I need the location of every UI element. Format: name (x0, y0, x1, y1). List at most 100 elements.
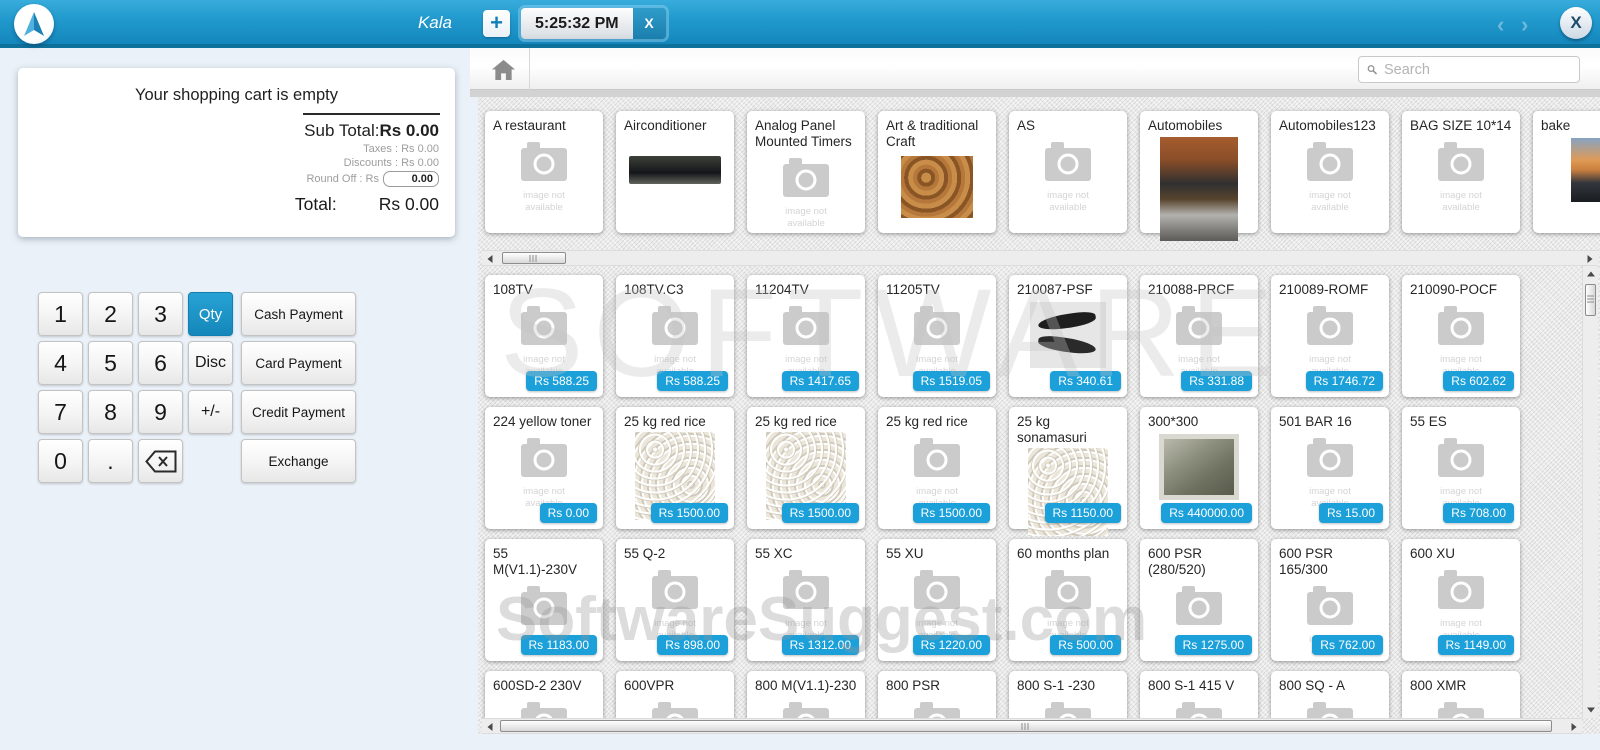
window-close-button[interactable]: X (1560, 7, 1592, 39)
product-scroll-right-button[interactable] (1566, 719, 1582, 735)
product-card[interactable]: 25 kg red rice Rs 1500.00 (616, 407, 734, 529)
exchange-button[interactable]: Exchange (241, 439, 356, 483)
category-card[interactable]: bake (1533, 111, 1600, 233)
image-not-available-placeholder: image notavailable (1438, 141, 1484, 214)
product-card[interactable]: 501 BAR 16 image notavailable Rs 15.00 (1271, 407, 1389, 529)
product-card[interactable]: 55 ES image notavailable Rs 708.00 (1402, 407, 1520, 529)
product-card[interactable]: 800 S-1 -230 image notavailable (1009, 671, 1127, 718)
product-card[interactable]: 600 PSR (280/520) image notavailable Rs … (1140, 539, 1258, 661)
roundoff-input[interactable] (383, 171, 439, 187)
category-card[interactable]: AS image not available (1009, 111, 1127, 233)
image-not-available-placeholder: image notavailable (914, 569, 960, 642)
product-card[interactable]: 25 kg red rice Rs 1500.00 (747, 407, 865, 529)
product-card[interactable]: 55 XU image notavailable Rs 1220.00 (878, 539, 996, 661)
total-label: Total: (294, 194, 337, 214)
tab-close-button[interactable]: X (632, 8, 666, 39)
product-card[interactable]: 108TV.C3 image notavailable Rs 588.25 (616, 275, 734, 397)
category-card[interactable]: Art & traditional Craft (878, 111, 996, 233)
product-card[interactable]: 108TV image notavailable Rs 588.25 (485, 275, 603, 397)
vertical-scroll-thumb[interactable] (1585, 284, 1596, 316)
product-card[interactable]: 300*300 Rs 440000.00 (1140, 407, 1258, 529)
price-badge: Rs 762.00 (1312, 635, 1383, 655)
camera-icon (1045, 141, 1091, 181)
product-card[interactable]: 210089-ROMF image notavailable Rs 1746.7… (1271, 275, 1389, 397)
category-card[interactable]: Automobiles123 image not available (1271, 111, 1389, 233)
product-card[interactable]: 55 M(V1.1)-230V image notavailable Rs 11… (485, 539, 603, 661)
key-8[interactable]: 8 (88, 390, 133, 434)
plus-minus-button[interactable]: +/- (188, 390, 233, 434)
scroll-down-button[interactable] (1583, 702, 1599, 718)
product-card[interactable]: 11204TV image notavailable Rs 1417.65 (747, 275, 865, 397)
category-card[interactable]: Analog Panel Mounted Timers image not ava… (747, 111, 865, 233)
category-scroll-left-button[interactable] (482, 251, 498, 267)
product-card[interactable]: 210087-PSF Rs 340.61 (1009, 275, 1127, 397)
disc-button[interactable]: Disc (188, 341, 233, 385)
time-tab[interactable]: 5:25:32 PM X (521, 8, 666, 39)
tile-name: 11205TV (886, 282, 940, 297)
category-card[interactable]: Automobiles (1140, 111, 1258, 241)
scroll-up-button[interactable] (1583, 266, 1599, 282)
product-card[interactable]: 224 yellow toner image notavailable Rs 0… (485, 407, 603, 529)
placeholder-text: image notavailable (1047, 189, 1089, 213)
credit-payment-button[interactable]: Credit Payment (241, 390, 356, 434)
key-3[interactable]: 3 (138, 292, 183, 336)
product-card[interactable]: 600 XU image notavailable Rs 1149.00 (1402, 539, 1520, 661)
subtotal-label: Sub Total: (304, 121, 380, 140)
home-button[interactable] (478, 48, 530, 90)
product-card[interactable]: 600SD-2 230V image notavailable (485, 671, 603, 718)
key-7[interactable]: 7 (38, 390, 83, 434)
price-badge: Rs 1746.72 (1305, 371, 1383, 391)
nav-back-icon[interactable]: ‹ (1497, 12, 1504, 38)
category-scroll-thumb[interactable] (502, 252, 566, 264)
plus-icon: + (490, 10, 503, 35)
product-card[interactable]: 210088-PRCF image notavailable Rs 331.88 (1140, 275, 1258, 397)
key-2[interactable]: 2 (88, 292, 133, 336)
product-card[interactable]: 11205TV image notavailable Rs 1519.05 (878, 275, 996, 397)
product-card[interactable]: 600 PSR 165/300 image notavailable Rs 76… (1271, 539, 1389, 661)
camera-icon (652, 305, 698, 345)
tile-photo (629, 155, 721, 184)
tile-name: A restaurant (493, 118, 566, 133)
qty-button[interactable]: Qty (188, 292, 233, 336)
product-card[interactable]: 800 XMR image notavailable (1402, 671, 1520, 718)
product-horizontal-scrollbar[interactable] (482, 718, 1582, 734)
product-card[interactable]: 25 kg sonamasuri Rs 1150.00 (1009, 407, 1127, 536)
product-card[interactable]: 800 PSR image notavailable (878, 671, 996, 718)
key-0[interactable]: 0 (38, 439, 83, 483)
key-5[interactable]: 5 (88, 341, 133, 385)
product-vertical-scrollbar[interactable] (1582, 266, 1598, 718)
key-1[interactable]: 1 (38, 292, 83, 336)
product-card[interactable]: 55 Q-2 image notavailable Rs 898.00 (616, 539, 734, 661)
product-card[interactable]: 60 months plan image notavailable Rs 500… (1009, 539, 1127, 661)
product-card[interactable]: 800 SQ - A image notavailable (1271, 671, 1389, 718)
category-scroll-right-button[interactable] (1582, 251, 1598, 267)
product-card[interactable]: 800 S-1 415 V image notavailable (1140, 671, 1258, 718)
camera-icon (1307, 701, 1353, 718)
home-icon (492, 59, 515, 80)
product-scroll-left-button[interactable] (482, 719, 498, 735)
product-card[interactable]: 55 XC image notavailable Rs 1312.00 (747, 539, 865, 661)
tile-name: 25 kg red rice (755, 414, 837, 429)
category-scrollbar[interactable] (482, 250, 1598, 266)
category-card[interactable]: Airconditioner (616, 111, 734, 233)
cash-payment-button[interactable]: Cash Payment (241, 292, 356, 336)
nav-forward-icon[interactable]: › (1521, 12, 1528, 38)
product-card[interactable]: 210090-POCF image notavailable Rs 602.62 (1402, 275, 1520, 397)
card-payment-button[interactable]: Card Payment (241, 341, 356, 385)
product-card[interactable]: 800 M(V1.1)-230 image notavailable (747, 671, 865, 718)
key-backspace[interactable] (138, 439, 183, 483)
key-9[interactable]: 9 (138, 390, 183, 434)
category-card[interactable]: BAG SIZE 10*14 image not available (1402, 111, 1520, 233)
camera-icon (521, 437, 567, 477)
key-dot[interactable]: . (88, 439, 133, 483)
category-card[interactable]: A restaurant image not available (485, 111, 603, 233)
search-input[interactable] (1384, 61, 1571, 78)
image-not-available-placeholder: image notavailable (783, 569, 829, 642)
product-scroll-thumb[interactable] (500, 720, 1552, 732)
tile-name: 800 SQ - A (1279, 678, 1346, 693)
new-tab-button[interactable]: + (483, 10, 510, 37)
product-card[interactable]: 600VPR image notavailable (616, 671, 734, 718)
product-card[interactable]: 25 kg red rice image notavailable Rs 150… (878, 407, 996, 529)
key-4[interactable]: 4 (38, 341, 83, 385)
key-6[interactable]: 6 (138, 341, 183, 385)
